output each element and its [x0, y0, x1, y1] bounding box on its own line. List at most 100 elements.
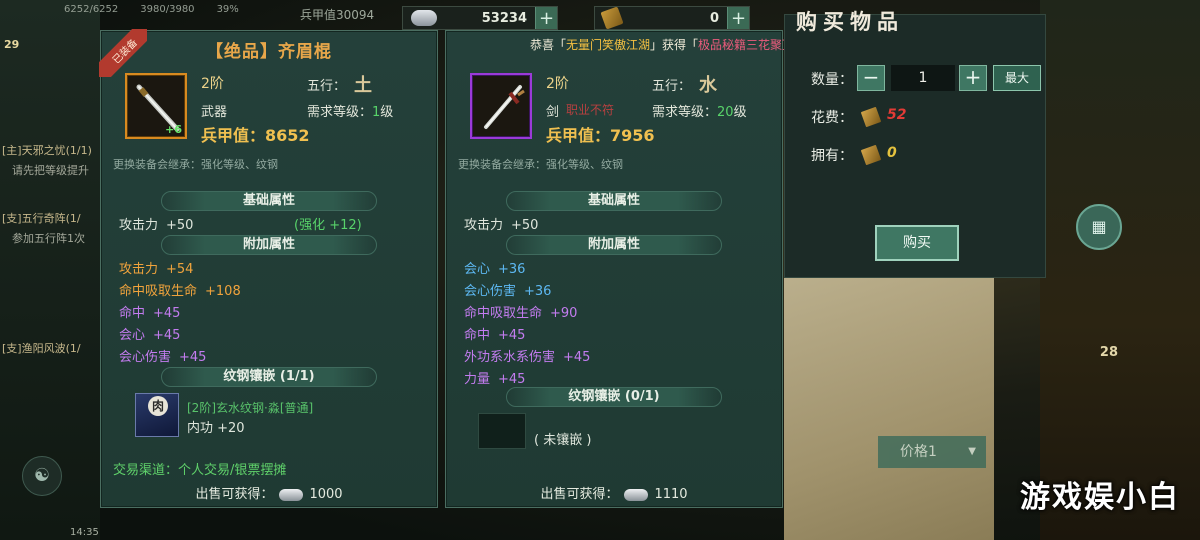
extra-attributes-header: 附加属性 [506, 235, 722, 255]
gem-inlay-header: 纹钢镶嵌 (0/1) [506, 387, 722, 407]
cost-value: 52 [887, 107, 907, 123]
quantity-input[interactable]: 1 [891, 65, 955, 91]
req-level-value: 20 [717, 105, 734, 120]
item-type: 剑 [546, 105, 560, 120]
silver-icon [624, 488, 649, 501]
armor-value: 兵甲值：8652 [201, 122, 310, 146]
stat-value: +90 [550, 306, 578, 321]
decrease-button[interactable]: − [857, 65, 885, 91]
gem-glyph: 肉 [148, 396, 168, 416]
right-hud-area [1040, 0, 1200, 540]
extra-stat: 会心伤害 +36 [464, 280, 551, 299]
base-stat: 攻击力 +50 (强化 +12) [119, 214, 362, 233]
stat-value: +45 [498, 328, 526, 343]
stat-value: +50 [511, 218, 539, 233]
req-suffix: 级 [733, 105, 747, 120]
max-button[interactable]: 最大 [993, 65, 1041, 91]
owned-value: 0 [887, 145, 897, 161]
sell-price: 出售可获得： 1110 [446, 483, 782, 502]
extra-stat: 力量 +45 [464, 368, 525, 387]
req-label: 需求等级： [652, 105, 718, 120]
buy-button[interactable]: 购买 [875, 225, 959, 261]
req-suffix: 级 [380, 105, 394, 120]
extra-stat: 外功系水系伤害 +45 [464, 346, 590, 365]
quantity-label: 数量： [811, 72, 853, 88]
percent-value: 39% [216, 4, 239, 15]
meditate-icon[interactable]: ☯ [22, 456, 62, 496]
gem-name: [2阶]玄水纹钢·淼[普通] [187, 401, 314, 415]
gem-icon[interactable]: 肉 [135, 393, 179, 437]
element-label: 五行： [652, 79, 692, 94]
enhance-level: +6 [165, 123, 182, 136]
add-gold-button[interactable]: + [727, 7, 749, 29]
empty-gem-slot[interactable] [478, 413, 526, 449]
announce-text: 」获得「 [650, 38, 699, 52]
dropdown-arrow-icon: ▼ [968, 446, 976, 457]
armor-number: 8652 [265, 126, 310, 145]
item-type: 武器 [201, 105, 228, 120]
stat-value: +54 [166, 262, 194, 277]
watermark: 游戏娱小白 [1020, 480, 1180, 515]
extra-stat: 攻击力 +54 [119, 258, 193, 277]
item-title: 【绝品】齐眉棍 [206, 42, 332, 62]
extra-stat: 会心 +36 [464, 258, 525, 277]
quest-line[interactable]: [支]渔阳风波(1/ [2, 340, 102, 356]
pet-level: 28 [1099, 345, 1118, 360]
required-level: 需求等级：20级 [652, 101, 747, 120]
sword-icon [470, 73, 532, 139]
stat-value: +45 [153, 306, 181, 321]
silver-amount: 53234 [481, 10, 527, 26]
extra-stat: 命中 +45 [464, 324, 525, 343]
stat-name: 会心伤害 [119, 350, 172, 365]
sell-label: 出售可获得： [195, 487, 274, 502]
price-filter-dropdown[interactable]: 价格1 ▼ [878, 436, 986, 468]
armor-label: 兵甲值： [201, 126, 266, 145]
compare-item-panel: 2阶 五行： 水 剑 职业不符 需求等级：20级 兵甲值：7956 更换装备会继… [445, 30, 783, 508]
class-mismatch: 职业不符 [566, 103, 615, 117]
stat-name: 攻击力 [464, 218, 504, 233]
stat-value: +45 [498, 372, 526, 387]
element-label: 五行： [307, 79, 347, 94]
player-level: 29 [4, 38, 20, 51]
sell-value: 1110 [654, 487, 688, 502]
stat-name: 会心 [464, 262, 491, 277]
stat-value: +45 [179, 350, 207, 365]
gem-stat: 内功 +20 [187, 421, 245, 436]
sell-value: 1000 [309, 487, 343, 502]
extra-stat: 会心伤害 +45 [119, 346, 206, 365]
quest-line[interactable]: [支]五行奇阵(1/ [2, 210, 102, 226]
extra-stat: 命中 +45 [119, 302, 180, 321]
increase-button[interactable]: + [959, 65, 987, 91]
extra-attributes-header: 附加属性 [161, 235, 377, 255]
stat-value: +36 [524, 284, 552, 299]
hp-value: 6252/6252 [64, 4, 119, 15]
stat-name: 命中吸取生命 [119, 284, 198, 299]
silver-currency: 53234 + [402, 6, 558, 30]
add-silver-button[interactable]: + [535, 7, 557, 29]
gem-empty-text: ( 未镶嵌 ) [534, 433, 592, 448]
quest-line[interactable]: 请先把等级提升 [12, 162, 112, 178]
stat-name: 会心伤害 [464, 284, 517, 299]
menu-grid-icon[interactable]: ▦ [1076, 204, 1122, 250]
announce-player: 无量门笑傲江湖 [566, 38, 651, 52]
stat-value: +45 [563, 350, 591, 365]
gold-amount: 0 [709, 10, 719, 26]
extra-stat: 命中吸取生命 +108 [119, 280, 241, 299]
cost-label: 花费： [811, 110, 853, 126]
stat-name: 外功系水系伤害 [464, 350, 556, 365]
stat-name: 攻击力 [119, 218, 159, 233]
stat-name: 命中吸取生命 [464, 306, 543, 321]
owned-label: 拥有： [811, 148, 853, 164]
stat-value: +36 [498, 262, 526, 277]
stat-name: 会心 [119, 328, 146, 343]
req-label: 需求等级： [307, 105, 373, 120]
stat-value: +108 [205, 284, 241, 299]
announce-item: 极品秘籍三花聚顶 [698, 38, 795, 52]
quest-line[interactable]: 参加五行阵1次 [12, 230, 112, 246]
quest-line[interactable]: [主]天邪之忧(1/1) [2, 142, 102, 158]
stat-name: 命中 [119, 306, 146, 321]
parchment-map [784, 278, 994, 540]
system-announcement: 恭喜「无量门笑傲江湖」获得「极品秘籍三花聚顶」 [530, 36, 806, 53]
sell-label: 出售可获得： [540, 487, 619, 502]
silver-icon [279, 488, 304, 501]
